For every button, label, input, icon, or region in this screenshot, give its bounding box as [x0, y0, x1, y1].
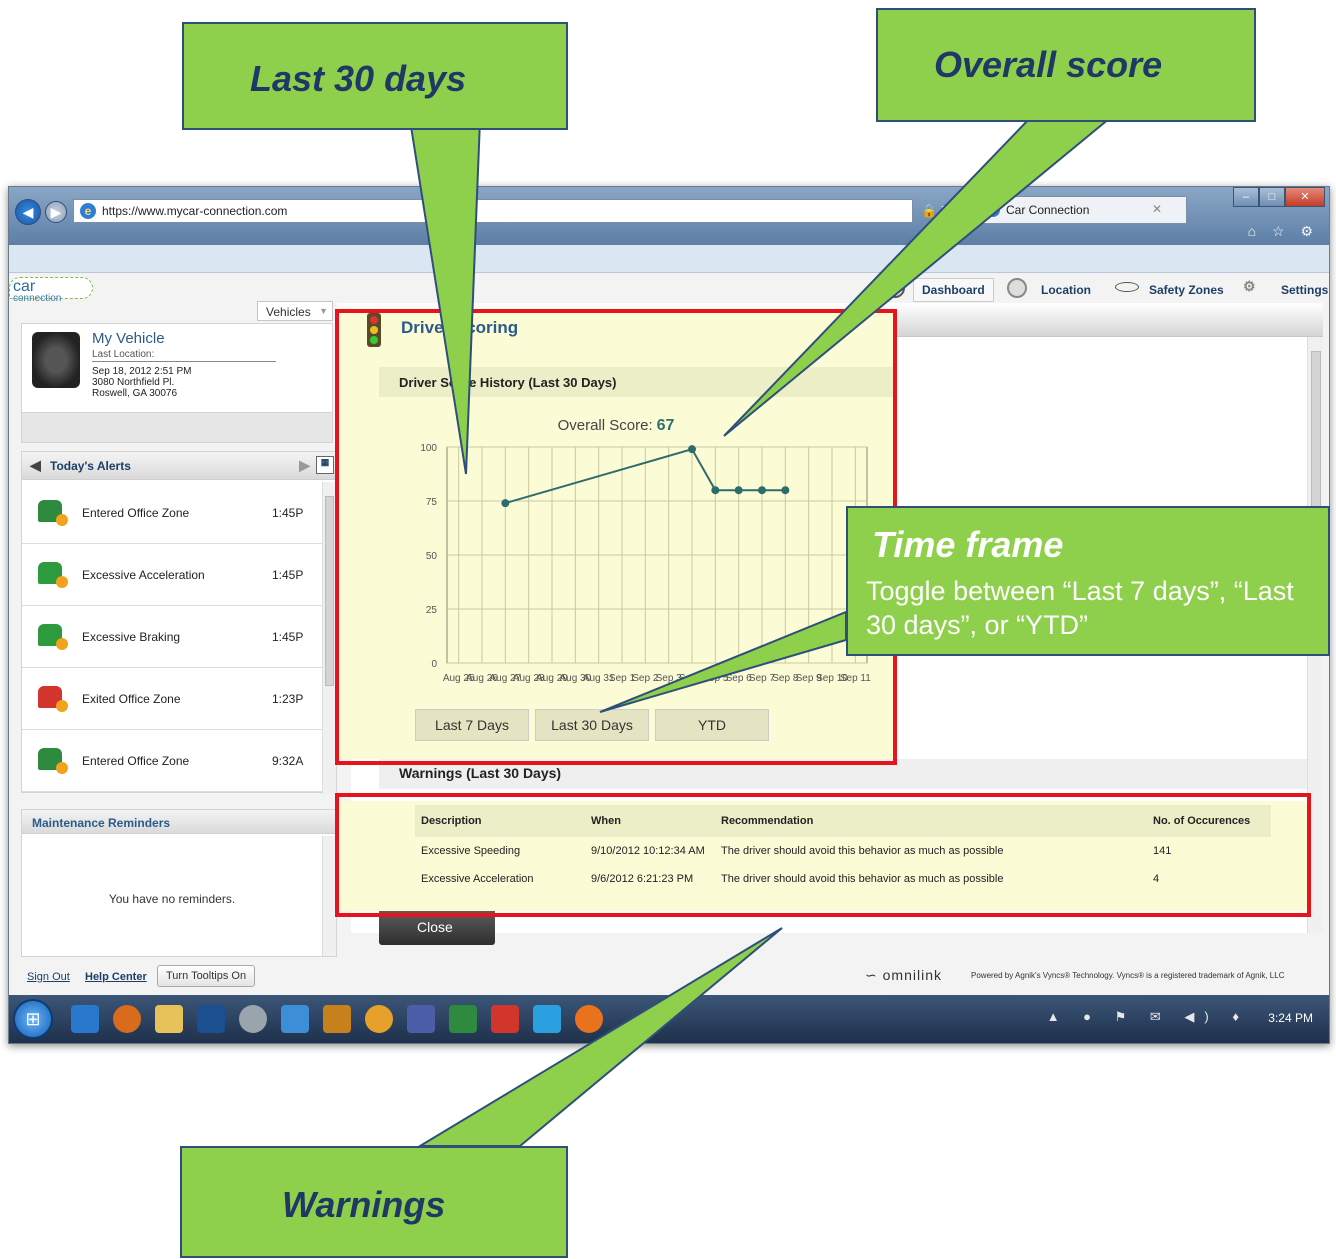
last30-callout-pointer — [408, 119, 482, 475]
overall-callout: Overall score — [876, 8, 1256, 122]
warnings-callout-pointer — [416, 927, 783, 1147]
last30-callout: Last 30 days — [182, 22, 568, 130]
timeframe-callout-pointer — [599, 610, 847, 713]
warnings-callout: Warnings — [180, 1146, 568, 1258]
warnings-callout-title: Warnings — [282, 1184, 446, 1225]
timeframe-callout-body: Toggle between “Last 7 days”, “Last 30 d… — [866, 576, 1294, 640]
overall-callout-title: Overall score — [934, 44, 1163, 85]
overall-callout-pointer — [723, 117, 1113, 437]
last30-callout-title: Last 30 days — [250, 58, 467, 99]
timeframe-callout: Time frame Toggle between “Last 7 days”,… — [846, 506, 1330, 656]
timeframe-callout-title: Time frame — [872, 524, 1064, 565]
